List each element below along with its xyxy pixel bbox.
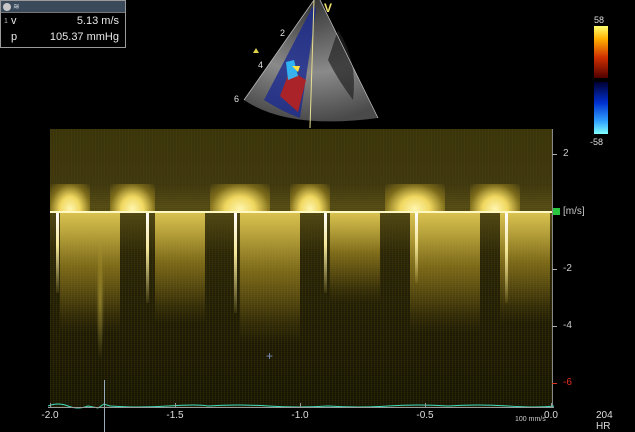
spectral-spike (415, 213, 418, 283)
spectral-spike (56, 213, 59, 293)
color-scale-bottom-label: -58 (590, 137, 604, 147)
sweep-speed-label: 100 mm/s (515, 416, 546, 423)
velocity-tick-minus-2: -2 (563, 263, 572, 274)
flow-burst (290, 184, 330, 212)
velocity-value: 5.13 m/s (76, 15, 119, 27)
sector-v-label: V (324, 1, 332, 15)
measurement-index: 1 (4, 17, 8, 25)
regurgitant-jet (155, 213, 205, 323)
velocity-scale-axis (552, 129, 556, 407)
orientation-marker-icon (253, 48, 259, 53)
time-cursor[interactable] (104, 380, 105, 432)
regurgitant-jet (240, 213, 300, 343)
depth-mark-2: 2 (280, 28, 285, 38)
velocity-row: 1 v 5.13 m/s (1, 13, 125, 29)
velocity-key: v (11, 15, 17, 27)
heart-rate-value: 204 (596, 410, 613, 421)
measurement-header: ≋ (1, 1, 125, 13)
pressure-value: 105.37 mmHg (49, 31, 119, 43)
baseline-handle[interactable] (553, 208, 560, 215)
heart-rate-label: HR (596, 421, 611, 432)
ultrasound-sector-image: V 2 4 6 (234, 0, 379, 128)
depth-mark-6: 6 (234, 94, 239, 104)
time-axis (48, 407, 554, 408)
spectral-spike (146, 213, 149, 303)
flow-burst (110, 184, 155, 212)
time-tick-minus-1-5: -1.5 (166, 410, 184, 421)
caliper-cross-icon[interactable]: + (266, 349, 273, 363)
flow-burst (470, 184, 520, 212)
pressure-key: p (11, 31, 18, 43)
velocity-unit-label: [m/s] (563, 206, 585, 217)
flow-burst (50, 184, 90, 212)
pressure-row: p 105.37 mmHg (1, 29, 125, 45)
spectral-spike (505, 213, 508, 303)
doppler-spectrum (50, 129, 552, 407)
flow-burst (385, 184, 445, 212)
measurement-box: ≋ 1 v 5.13 m/s p 105.37 mmHg (0, 0, 126, 48)
velocity-tick-2: 2 (563, 148, 569, 159)
spectral-spike (324, 213, 327, 293)
depth-mark-4: 4 (258, 60, 263, 70)
time-tick-minus-2: -2.0 (41, 410, 59, 421)
time-tick-0: 0.0 (544, 410, 558, 421)
velocity-tick-minus-4: -4 (563, 320, 572, 331)
regurgitant-jet (330, 213, 380, 303)
time-tick-minus-1: -1.0 (291, 410, 309, 421)
color-scale-top-label: 58 (594, 15, 605, 25)
flow-burst (210, 184, 270, 212)
color-scale-positive (594, 26, 608, 78)
color-scale-negative (594, 82, 608, 134)
time-tick-minus-0-5: -0.5 (416, 410, 434, 421)
velocity-tick-minus-6: -6 (563, 377, 572, 388)
record-dot-icon (3, 2, 11, 11)
calipers-icon: ≋ (13, 2, 20, 11)
spectral-spike (234, 213, 237, 313)
regurgitant-jet (410, 213, 480, 333)
regurgitant-jet (60, 213, 120, 333)
